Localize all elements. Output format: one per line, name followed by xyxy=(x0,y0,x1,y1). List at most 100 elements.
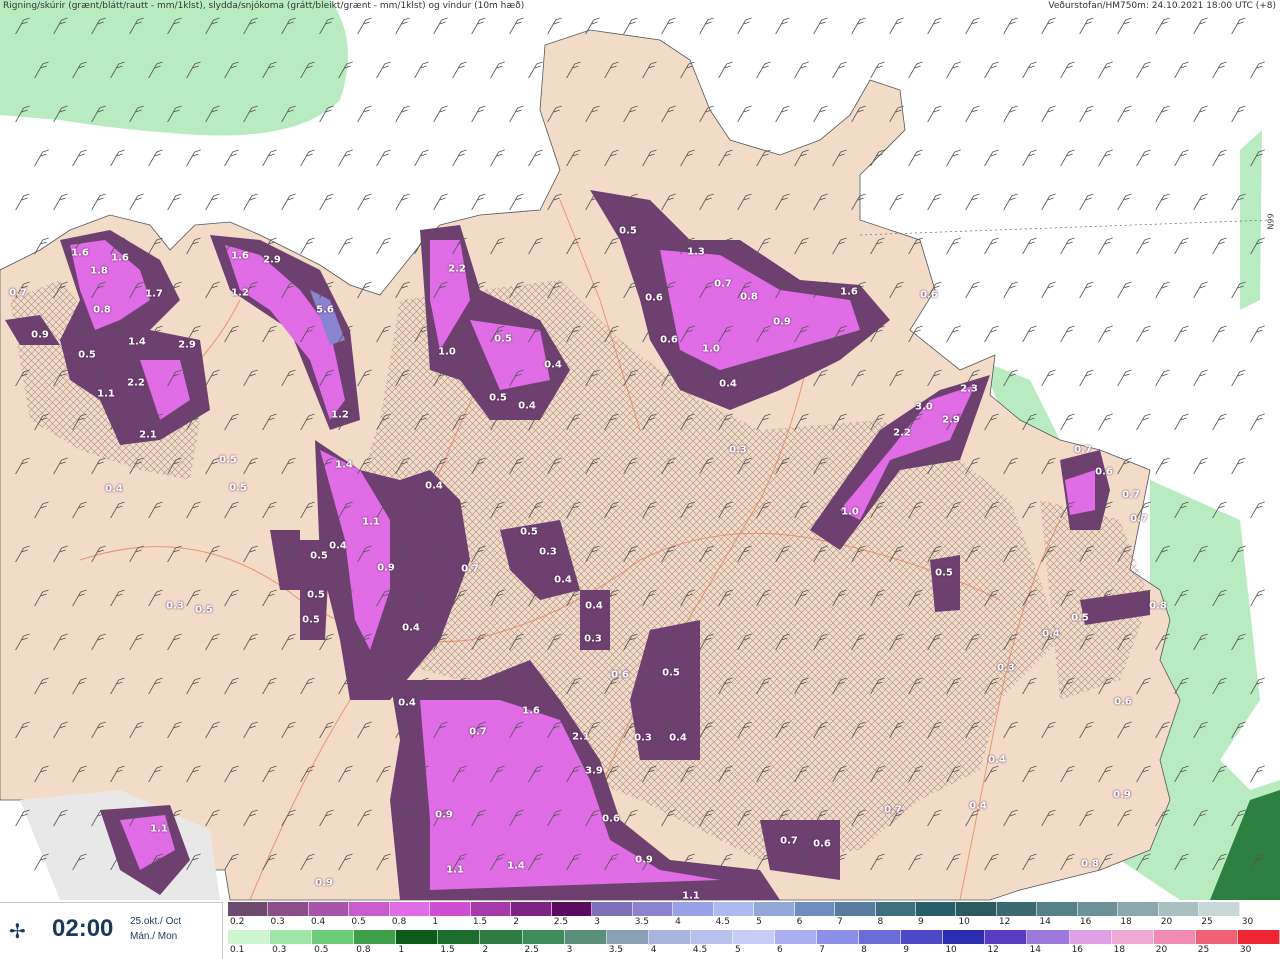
precip-value-label: 0.9 xyxy=(315,877,333,889)
snow-scale-swatch xyxy=(1239,902,1280,916)
snow-scale-swatch xyxy=(835,902,876,916)
snow-scale: 0.2 0.3 0.4 0.5 0.8 1 1.5 2 2.5 3 3.5 4 4.5 5 6 7 8 9 10 12… xyxy=(228,902,1280,930)
rain-scale-cell: 5 xyxy=(732,930,776,958)
precip-value-label: 0.4 xyxy=(518,400,536,412)
precip-value-label: 0.9 xyxy=(31,329,49,341)
snow-scale-label: 9 xyxy=(917,917,924,927)
rain-scale-label: 2 xyxy=(482,945,489,955)
precip-value-label: 1.1 xyxy=(446,864,464,876)
snow-scale-cell: 16 xyxy=(1077,902,1119,930)
rain-scale-swatch xyxy=(901,930,944,944)
map-title: Rigning/skúrir (grænt/blátt/rautt - mm/1… xyxy=(3,1,525,11)
rain-scale-swatch xyxy=(732,930,776,944)
rain-scale-swatch xyxy=(1027,930,1070,944)
precip-value-label: 2.9 xyxy=(942,414,960,426)
rain-scale-swatch xyxy=(480,930,523,944)
precip-value-label: 0.4 xyxy=(402,622,420,634)
precip-value-label: 1.1 xyxy=(97,388,115,400)
rain-scale-label: 14 xyxy=(1029,945,1041,955)
rain-scale-cell: 10 xyxy=(943,930,986,958)
rain-scale-cell: 0.5 xyxy=(312,930,355,958)
snow-scale-cell: 25 xyxy=(1199,902,1240,930)
snow-scale-cell: 0.2 xyxy=(228,902,269,930)
precip-value-label: 0.6 xyxy=(611,669,629,681)
precip-value-label: 2.9 xyxy=(178,339,196,351)
precip-value-label: 2.3 xyxy=(960,383,978,395)
snow-scale-cell: 0.5 xyxy=(349,902,390,930)
rain-scale-cell: 0.1 xyxy=(228,930,271,958)
precip-value-label: 1.6 xyxy=(71,247,89,259)
snow-scale-swatch xyxy=(349,902,390,916)
precip-value-label: 1.6 xyxy=(231,250,249,262)
rain-scale-swatch xyxy=(1237,930,1280,944)
rain-scale-label: 8 xyxy=(861,945,867,955)
precip-value-label: 0.6 xyxy=(813,838,831,850)
snow-scale-cell: 20 xyxy=(1158,902,1200,930)
rain-scale-label: 0.1 xyxy=(230,945,245,955)
rain-scale-cell: 4 xyxy=(648,930,691,958)
precip-value-label: 0.5 xyxy=(78,349,96,361)
snow-scale-cell: 3 xyxy=(592,902,633,930)
precip-value-label: 1.8 xyxy=(90,265,108,277)
precip-value-label: 5.6 xyxy=(316,304,334,316)
precip-value-label: 1.1 xyxy=(362,516,380,528)
rain-scale-label: 6 xyxy=(777,945,783,955)
precip-value-label: 2.9 xyxy=(263,254,281,266)
rain-scale-swatch xyxy=(312,930,355,944)
precip-value-label: 0.3 xyxy=(634,732,652,744)
snow-scale-swatch xyxy=(389,902,431,916)
rain-scale-swatch xyxy=(606,930,649,944)
rain-scale-swatch xyxy=(564,930,607,944)
snow-scale-cell: 0.8 xyxy=(389,902,431,930)
precip-value-label: 0.8 xyxy=(1149,600,1167,612)
snow-scale-label: 0.2 xyxy=(230,917,245,927)
precip-value-label: 0.5 xyxy=(307,589,325,601)
precip-value-label: 1.3 xyxy=(687,246,705,258)
snow-scale-label: 0.3 xyxy=(270,917,285,927)
rain-scale-swatch xyxy=(690,930,733,944)
rain-scale-label: 0.3 xyxy=(272,945,287,955)
snow-scale-swatch xyxy=(915,902,957,916)
precip-value-label: 1.4 xyxy=(507,860,525,872)
precip-value-label: 1.7 xyxy=(145,288,163,300)
rain-scale-cell: 6 xyxy=(775,930,818,958)
precip-value-label: 1.4 xyxy=(128,336,146,348)
precip-value-label: 1.0 xyxy=(841,506,859,518)
precip-value-label: 0.7 xyxy=(780,835,798,847)
rain-scale-label: 2.5 xyxy=(524,945,539,955)
precip-value-label: 0.8 xyxy=(1081,858,1099,870)
precip-value-label: 0.4 xyxy=(425,480,443,492)
precip-value-label: 0.8 xyxy=(93,304,111,316)
rain-scale-cell: 0.8 xyxy=(354,930,397,958)
rain-scale-cell: 1.5 xyxy=(438,930,481,958)
precip-value-label: 0.3 xyxy=(729,444,747,456)
snow-scale-swatch xyxy=(956,902,997,916)
snow-scale-label: 14 xyxy=(1039,917,1051,927)
precip-value-label: 1.0 xyxy=(438,346,456,358)
rain-scale-label: 0.5 xyxy=(314,945,329,955)
snow-scale-label: 1 xyxy=(432,917,439,927)
rain-scale-label: 7 xyxy=(819,945,825,955)
precip-value-label: 0.5 xyxy=(229,482,247,494)
rain-scale-swatch xyxy=(522,930,565,944)
precip-value-label: 0.4 xyxy=(398,697,416,709)
snow-scale-swatch xyxy=(754,902,795,916)
snow-scale-label: 0.4 xyxy=(310,917,326,927)
snow-scale-cell: 5 xyxy=(754,902,795,930)
snow-scale-swatch xyxy=(268,902,309,916)
snow-scale-cell: 0.4 xyxy=(308,902,350,930)
precip-value-label: 2.1 xyxy=(572,731,590,743)
rain-scale-label: 16 xyxy=(1071,945,1084,955)
precip-value-label: 1.1 xyxy=(682,890,700,902)
precip-value-label: 0.5 xyxy=(662,667,680,679)
snow-scale-cell: 8 xyxy=(875,902,916,930)
snow-scale-swatch xyxy=(1077,902,1119,916)
snow-scale-label: 2 xyxy=(513,917,520,927)
snow-scale-label: 0.5 xyxy=(351,917,366,927)
wind-icon[interactable]: ✢ xyxy=(9,919,26,944)
rain-scale-swatch xyxy=(396,930,439,944)
snow-scale-label: 20 xyxy=(1160,917,1173,927)
rain-scale-cell: 20 xyxy=(1153,930,1196,958)
rain-scale-swatch xyxy=(985,930,1028,944)
snow-scale-label: 25 xyxy=(1201,917,1213,927)
